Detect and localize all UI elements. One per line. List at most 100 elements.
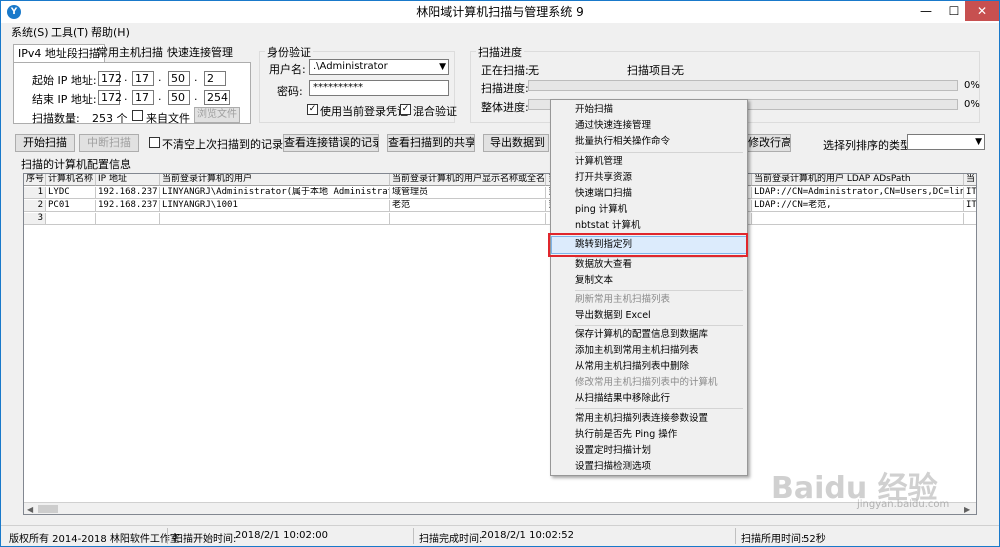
overall-progress-percent: 0% [964,99,980,110]
from-file-checkbox[interactable] [132,110,143,121]
view-shares-button[interactable]: 查看扫描到的共享 [387,134,475,152]
menu-item-remove-common-host[interactable]: 从常用主机扫描列表中删除 [575,359,689,374]
tab-common-hosts[interactable]: 常用主机扫描 [93,44,167,62]
cell-col8[interactable] [964,213,976,225]
menu-item-edit-common-host: 修改常用主机扫描列表中的计算机 [575,377,718,388]
cell-ldap-path[interactable] [752,213,964,225]
chevron-down-icon[interactable]: ▼ [439,60,446,74]
menu-item-port-scan[interactable]: 快速端口扫描 [575,186,632,201]
scrollbar-thumb[interactable] [38,505,58,513]
username-combo[interactable]: .\Administrator ▼ [309,59,449,75]
menu-help[interactable]: 帮助(H) [91,24,130,40]
col-header[interactable]: 当前登录计算机的用户显示名称或全名 [390,174,546,186]
context-menu: 开始扫描 通过快速连接管理 批量执行相关操作命令 计算机管理 打开共享资源 快速… [548,99,748,476]
cell-display-name[interactable] [390,213,546,225]
start-ip-octet-2[interactable]: 17 [132,71,154,86]
cell-computer-name[interactable]: PC01 [46,200,96,212]
tab-quick-connect[interactable]: 快速连接管理 [163,44,237,62]
menu-item-save-config-db[interactable]: 保存计算机的配置信息到数据库 [575,327,708,342]
status-bar: 版权所有 2014-2018 林阳软件工作室 扫描开始时间: 2018/2/1 … [1,525,999,546]
cell-col8[interactable]: IT [964,200,976,212]
menu-item-nbtstat[interactable]: nbtstat 计算机 [575,218,641,233]
cell-current-user[interactable] [160,213,390,225]
menu-item-schedule-scan[interactable]: 设置定时扫描计划 [575,443,651,458]
end-ip-octet-1[interactable]: 172 [98,90,122,105]
ip-dot: . [124,71,128,84]
menu-tools[interactable]: 工具(T) [51,24,88,40]
menu-item-remove-row[interactable]: 从扫描结果中移除此行 [575,391,670,406]
cell-ip[interactable]: 192.168.237.1 [96,187,160,199]
menu-item-scan-options[interactable]: 设置扫描检测选项 [575,459,651,474]
menu-item-connection-params[interactable]: 常用主机扫描列表连接参数设置 [575,411,708,426]
no-clear-checkbox[interactable] [149,137,160,148]
scanning-value: 无 [528,64,539,77]
col-header[interactable]: 序号 [24,174,46,186]
chevron-down-icon[interactable]: ▼ [975,135,982,149]
ip-dot: . [194,71,198,84]
menu-item-quick-connect[interactable]: 通过快速连接管理 [575,118,651,133]
menu-item-start-scan[interactable]: 开始扫描 [575,102,613,117]
view-error-records-button[interactable]: 查看连接错误的记录 [283,134,379,152]
password-field[interactable]: ********** [309,80,449,96]
row-index: 2 [24,200,46,212]
col-header[interactable]: 当前登录计算机的用户 [160,174,390,186]
cell-ip[interactable] [96,213,160,225]
menu-item-copy-text[interactable]: 复制文本 [575,273,613,288]
cell-ldap-path[interactable]: LDAP://CN=老范, [752,200,964,212]
progress-title: 扫描进度 [476,44,524,60]
close-button[interactable]: ✕ [965,1,999,21]
table-row[interactable]: 1 LYDC 192.168.237.1 LINYANGRJ\Administr… [24,187,976,199]
status-separator [413,528,414,544]
menu-item-ping[interactable]: ping 计算机 [575,202,627,217]
sort-type-combo[interactable]: ▼ [907,134,985,150]
app-window: Y 林阳域计算机扫描与管理系统 9 — ☐ ✕ 系统(S) 工具(T) 帮助(H… [0,0,1000,547]
col-header[interactable]: 当 [964,174,976,186]
start-ip-octet-3[interactable]: 50 [168,71,190,86]
start-ip-octet-4[interactable]: 2 [204,71,226,86]
table-row[interactable]: 3 [24,213,976,225]
overall-progress-label: 整体进度: [481,101,529,114]
menu-item-zoom-data[interactable]: 数据放大查看 [575,257,632,272]
cell-ldap-path[interactable]: LDAP://CN=Administrator,CN=Users,DC=liny… [752,187,964,199]
tab-ipv4-range[interactable]: IPv4 地址段扫描 [13,44,105,63]
start-ip-octet-1[interactable]: 172 [98,71,122,86]
stop-scan-button[interactable]: 中断扫描 [79,134,139,152]
window-title: 林阳域计算机扫描与管理系统 9 [416,5,584,19]
modify-row-height-button[interactable]: 修改行高 [747,134,791,152]
menu-system[interactable]: 系统(S) [11,24,49,40]
use-current-credentials-checkbox[interactable]: ✓ [307,104,318,115]
cell-col8[interactable]: IT [964,187,976,199]
cell-computer-name[interactable] [46,213,96,225]
end-ip-octet-2[interactable]: 17 [132,90,154,105]
table-section-title: 扫描的计算机配置信息 [21,158,131,171]
col-header[interactable]: 当前登录计算机的用户 LDAP ADsPath [752,174,964,186]
cell-computer-name[interactable]: LYDC [46,187,96,199]
browse-file-button[interactable]: 浏览文件 [194,107,240,123]
menu-item-batch-commands[interactable]: 批量执行相关操作命令 [575,134,670,149]
cell-display-name[interactable]: 域管理员 [390,187,546,199]
end-ip-octet-3[interactable]: 50 [168,90,190,105]
scroll-left-icon[interactable]: ◀ [27,503,33,514]
menu-item-open-shares[interactable]: 打开共享资源 [575,170,632,185]
scan-progress-percent: 0% [964,80,980,91]
table-header-row: 序号 计算机名称 IP 地址 当前登录计算机的用户 当前登录计算机的用户显示名称… [24,174,976,186]
scroll-right-icon[interactable]: ▶ [964,503,970,514]
table-row[interactable]: 2 PC01 192.168.237.3 LINYANGRJ\1001 老范 当… [24,200,976,212]
col-header[interactable]: IP 地址 [96,174,160,186]
cell-current-user[interactable]: LINYANGRJ\Administrator(属于本地 Administrat… [160,187,390,199]
cell-ip[interactable]: 192.168.237.3 [96,200,160,212]
mixed-auth-checkbox[interactable]: ✓ [400,104,411,115]
minimize-button[interactable]: — [911,1,941,21]
menu-item-computer-management[interactable]: 计算机管理 [575,154,623,169]
cell-current-user[interactable]: LINYANGRJ\1001 [160,200,390,212]
export-excel-button[interactable]: 导出数据到 Exc [483,134,549,152]
menu-item-ping-before-exec[interactable]: 执行前是否先 Ping 操作 [575,427,677,442]
cell-display-name[interactable]: 老范 [390,200,546,212]
menu-item-export-excel[interactable]: 导出数据到 Excel [575,308,651,323]
scanning-label: 正在扫描: [481,64,529,77]
start-scan-button[interactable]: 开始扫描 [15,134,75,152]
menu-item-add-common-host[interactable]: 添加主机到常用主机扫描列表 [575,343,699,358]
username-value: .\Administrator [313,61,388,72]
end-ip-octet-4[interactable]: 254 [204,90,230,105]
col-header[interactable]: 计算机名称 [46,174,96,186]
